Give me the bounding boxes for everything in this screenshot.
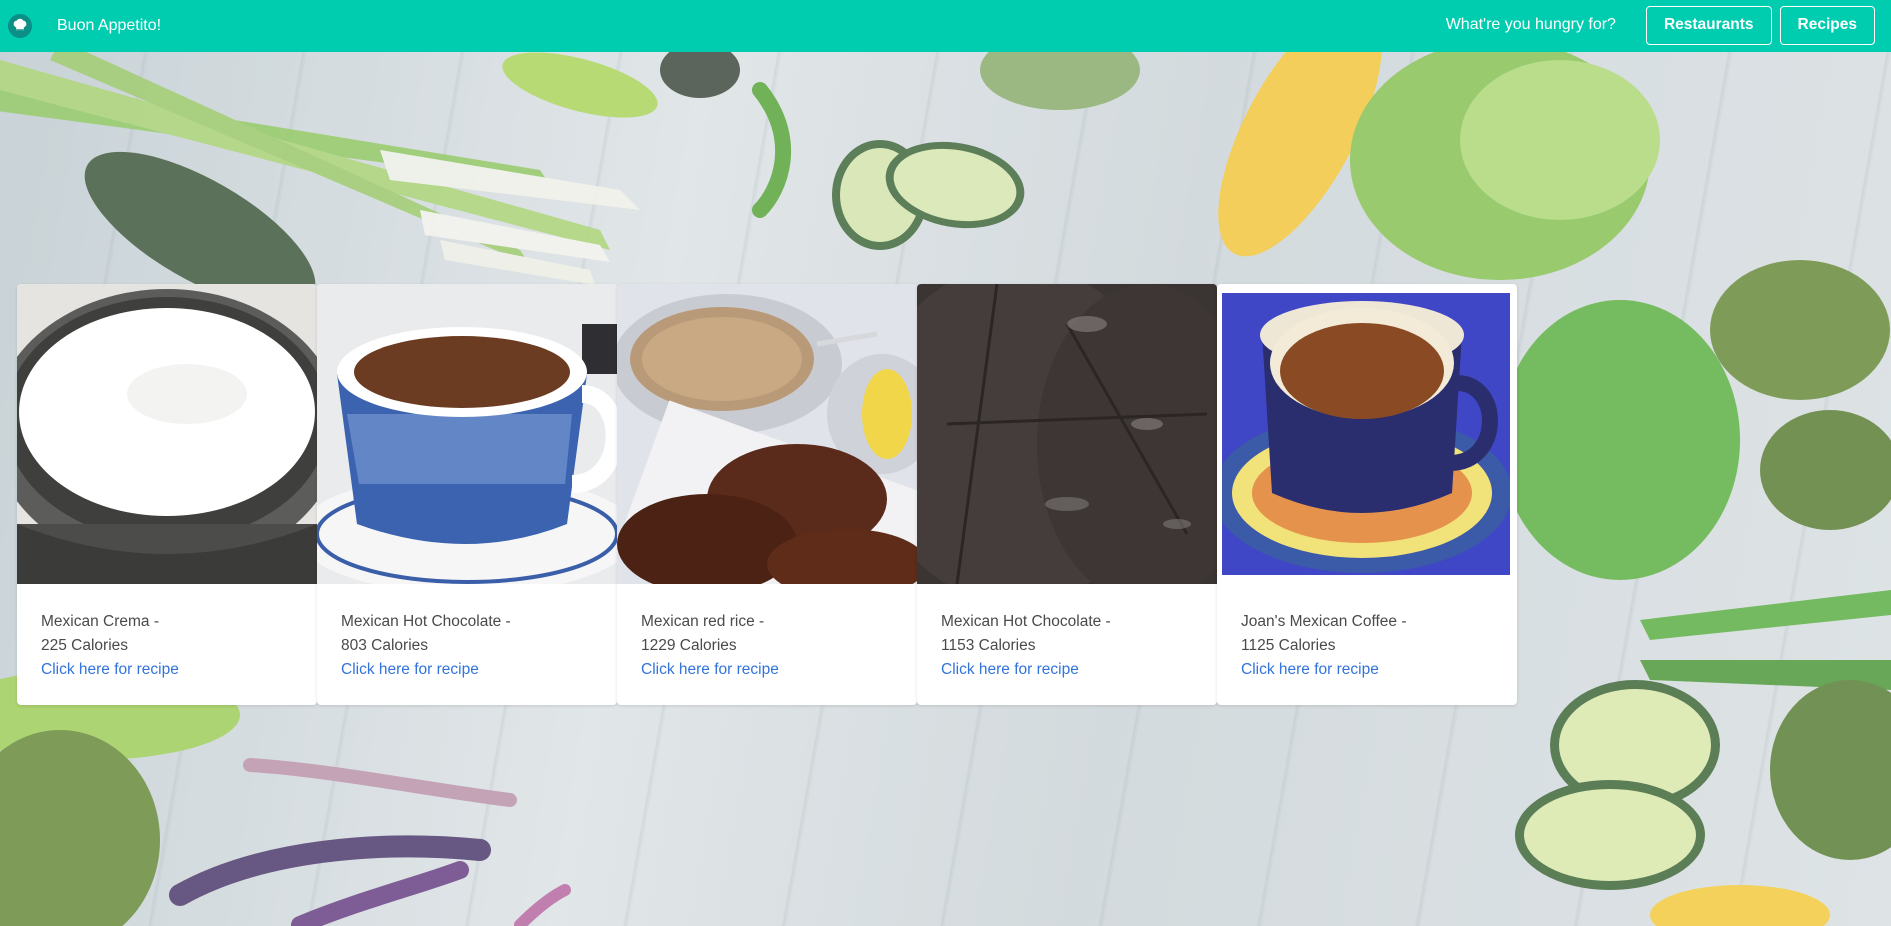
recipe-name: Mexican red rice - <box>641 613 765 630</box>
recipe-card-body: Mexican red rice - 1229 Calories Click h… <box>641 610 779 682</box>
recipe-name: Mexican Hot Chocolate - <box>341 613 511 630</box>
recipe-link[interactable]: Click here for recipe <box>341 661 479 678</box>
recipe-card-body: Mexican Hot Chocolate - 1153 Calories Cl… <box>941 610 1111 682</box>
recipe-calories: 225 Calories <box>41 637 129 654</box>
recipe-card-list: Mexican Crema - 225 Calories Click here … <box>17 284 1517 705</box>
recipes-button[interactable]: Recipes <box>1779 5 1875 45</box>
recipe-name: Mexican Crema - <box>41 613 159 630</box>
recipe-card[interactable]: Joan's Mexican Coffee - 1125 Calories Cl… <box>1217 284 1517 705</box>
recipe-calories: 803 Calories <box>341 637 429 654</box>
recipe-card-body: Joan's Mexican Coffee - 1125 Calories Cl… <box>1241 610 1407 682</box>
recipe-link[interactable]: Click here for recipe <box>41 661 179 678</box>
recipe-card-body: Mexican Crema - 225 Calories Click here … <box>41 610 179 682</box>
nav-right-group: What're you hungry for? Restaurants Reci… <box>1446 5 1875 45</box>
recipe-calories: 1125 Calories <box>1241 637 1336 654</box>
recipe-link[interactable]: Click here for recipe <box>641 661 779 678</box>
recipe-image-tortillas[interactable] <box>917 284 1217 584</box>
recipe-image-crema[interactable] <box>17 284 317 584</box>
recipe-card-body: Mexican Hot Chocolate - 803 Calories Cli… <box>341 610 511 682</box>
restaurants-button[interactable]: Restaurants <box>1645 5 1772 45</box>
recipe-image-red-rice[interactable] <box>617 284 917 584</box>
recipe-link[interactable]: Click here for recipe <box>1241 661 1379 678</box>
recipe-card[interactable]: Mexican Hot Chocolate - 803 Calories Cli… <box>317 284 617 705</box>
recipe-name: Mexican Hot Chocolate - <box>941 613 1111 630</box>
recipe-image-mexican-coffee[interactable] <box>1222 293 1510 575</box>
recipe-calories: 1229 Calories <box>641 637 737 654</box>
nav-prompt-text: What're you hungry for? <box>1445 16 1616 33</box>
recipe-card[interactable]: Mexican Hot Chocolate - 1153 Calories Cl… <box>917 284 1217 705</box>
recipe-link[interactable]: Click here for recipe <box>941 661 1079 678</box>
recipe-image-hot-chocolate[interactable] <box>317 284 617 584</box>
brand-title[interactable]: Buon Appetito! <box>57 16 161 36</box>
recipe-name: Joan's Mexican Coffee - <box>1241 613 1407 630</box>
chef-hat-icon[interactable] <box>8 14 32 38</box>
recipe-card[interactable]: Mexican red rice - 1229 Calories Click h… <box>617 284 917 705</box>
recipe-calories: 1153 Calories <box>941 637 1036 654</box>
recipe-card[interactable]: Mexican Crema - 225 Calories Click here … <box>17 284 317 705</box>
top-navbar: Buon Appetito! What're you hungry for? R… <box>0 0 1891 52</box>
